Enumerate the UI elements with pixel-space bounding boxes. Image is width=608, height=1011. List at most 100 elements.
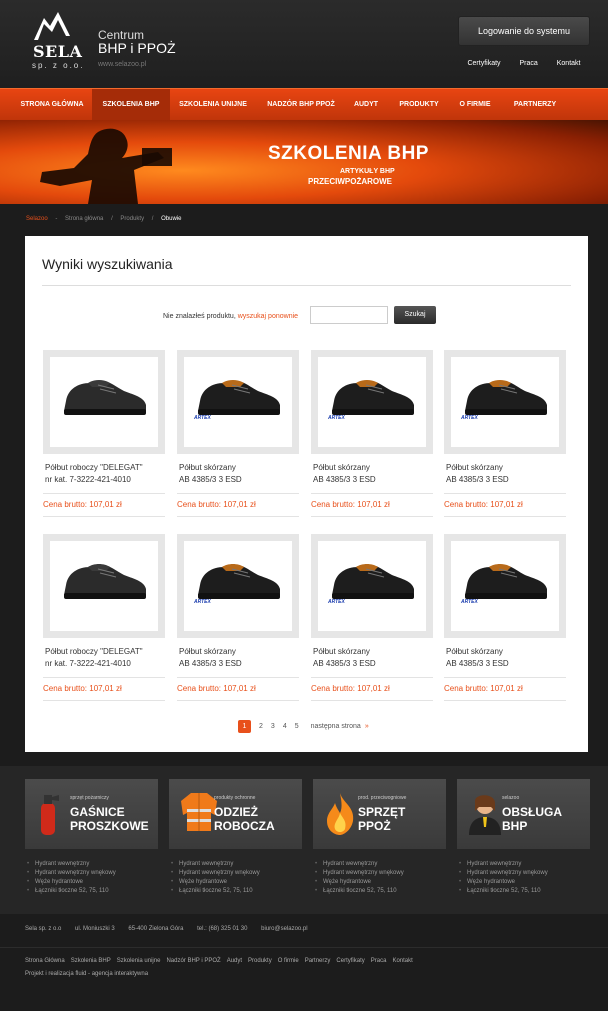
promo-tile[interactable]: sprzęt pożarniczy GAŚNICE PROSZKOWE (25, 779, 158, 849)
next-page-link[interactable]: następna strona (311, 723, 361, 730)
product-code[interactable]: nr kat. 7-3222-421-4010 (45, 659, 131, 668)
breadcrumb-item[interactable]: Produkty (120, 216, 144, 222)
footer-link[interactable]: Strona Główna (25, 958, 65, 964)
promo-list-item[interactable]: Łączniki tłoczne 52, 75, 110 (315, 887, 448, 896)
product-thumbnail[interactable]: ARTEX (311, 534, 433, 638)
banner-subtitle-2: PRZECIWPOŻAROWE (308, 177, 392, 186)
promo-list-item[interactable]: Hydrant wewnętrzny (27, 860, 160, 869)
promo-list-item[interactable]: Węże hydrantowe (27, 878, 160, 887)
breadcrumb-separator: / (151, 216, 154, 222)
product-card[interactable]: ARTEX Półbut skórzany AB 4385/3 3 ESD Cena … (311, 350, 433, 520)
product-code[interactable]: AB 4385/3 3 ESD (446, 659, 509, 668)
nav-item-produkty[interactable]: PRODUKTY (394, 89, 444, 121)
product-card[interactable]: Półbut roboczy "DELEGAT" nr kat. 7-3222-4… (43, 350, 165, 520)
footer-link[interactable]: Produkty (248, 958, 272, 964)
product-image-frame (50, 357, 158, 447)
promo-list-item[interactable]: Hydrant wewnętrzny (459, 860, 592, 869)
product-name[interactable]: Półbut skórzany (446, 463, 503, 472)
page-link[interactable]: 2 (259, 723, 263, 730)
footer-link[interactable]: Kontakt (392, 958, 412, 964)
promo-list-item[interactable]: Łączniki tłoczne 52, 75, 110 (171, 887, 304, 896)
product-name[interactable]: Półbut skórzany (446, 647, 503, 656)
page-link[interactable]: 4 (283, 723, 287, 730)
product-brand: ARTEX (461, 415, 478, 421)
promo-list-item[interactable]: Węże hydrantowe (459, 878, 592, 887)
search-button[interactable]: Szukaj (394, 306, 436, 324)
product-price: Cena brutto: 107,01 zł (444, 500, 523, 509)
product-code[interactable]: AB 4385/3 3 ESD (179, 475, 242, 484)
divider (444, 677, 566, 678)
product-thumbnail[interactable]: ARTEX (311, 350, 433, 454)
email-link[interactable]: biuro@selazoo.pl (261, 926, 307, 932)
promo-list-item[interactable]: Łączniki tłoczne 52, 75, 110 (459, 887, 592, 896)
footer-credit[interactable]: Projekt i realizacja fluid - agencja int… (25, 971, 148, 977)
nav-item-szkolenia-unijne[interactable]: SZKOLENIA UNIJNE (172, 89, 254, 121)
search-again-link[interactable]: wyszukaj ponownie (238, 313, 298, 320)
page-link[interactable]: 3 (271, 723, 275, 730)
footer-link[interactable]: O firmie (278, 958, 299, 964)
toplink-certyfikaty[interactable]: Certyfikaty (467, 60, 500, 67)
product-name[interactable]: Półbut skórzany (179, 647, 236, 656)
footer-link[interactable]: Audyt (227, 958, 242, 964)
promo-list-item[interactable]: Hydrant wewnętrzny wnękowy (459, 869, 592, 878)
page-link-current[interactable]: 1 (238, 720, 251, 733)
footer-link[interactable]: Certyfikaty (336, 958, 364, 964)
nav-item-nadzor-bhp[interactable]: NADZÓR BHP PPOŻ (262, 89, 340, 121)
site-url[interactable]: www.selazoo.pl (98, 61, 146, 68)
promo-list-item[interactable]: Węże hydrantowe (315, 878, 448, 887)
promo-tile[interactable]: produkty ochronne ODZIEŻ ROBOCZA (169, 779, 302, 849)
product-thumbnail[interactable] (43, 350, 165, 454)
product-code[interactable]: nr kat. 7-3222-421-4010 (45, 475, 131, 484)
footer-link[interactable]: Szkolenia BHP (71, 958, 111, 964)
page-link[interactable]: 5 (295, 723, 299, 730)
product-thumbnail[interactable]: ARTEX (444, 350, 566, 454)
product-name[interactable]: Półbut skórzany (179, 463, 236, 472)
promo-list-item[interactable]: Łączniki tłoczne 52, 75, 110 (27, 887, 160, 896)
promo-list-item[interactable]: Hydrant wewnętrzny (171, 860, 304, 869)
product-card[interactable]: ARTEX Półbut skórzany AB 4385/3 3 ESD Cena … (177, 534, 299, 704)
product-thumbnail[interactable]: ARTEX (444, 534, 566, 638)
promo-list-item[interactable]: Hydrant wewnętrzny wnękowy (27, 869, 160, 878)
product-code[interactable]: AB 4385/3 3 ESD (313, 475, 376, 484)
product-thumbnail[interactable] (43, 534, 165, 638)
product-thumbnail[interactable]: ARTEX (177, 350, 299, 454)
product-code[interactable]: AB 4385/3 3 ESD (179, 659, 242, 668)
product-card[interactable]: ARTEX Półbut skórzany AB 4385/3 3 ESD Cena … (444, 350, 566, 520)
promo-list-item[interactable]: Hydrant wewnętrzny wnękowy (315, 869, 448, 878)
nav-item-audyt[interactable]: AUDYT (348, 89, 384, 121)
next-page-arrow-icon[interactable]: » (365, 723, 369, 730)
search-input[interactable] (310, 306, 388, 324)
footer-link[interactable]: Praca (371, 958, 387, 964)
login-button[interactable]: Logowanie do systemu (458, 16, 590, 46)
nav-item-o-firmie[interactable]: O FIRMIE (452, 89, 498, 121)
promo-list-item[interactable]: Hydrant wewnętrzny wnękowy (171, 869, 304, 878)
nav-item-partnerzy[interactable]: PARTNERZY (508, 89, 562, 121)
product-name[interactable]: Półbut skórzany (313, 647, 370, 656)
footer-link[interactable]: Szkolenia unijne (117, 958, 161, 964)
product-card[interactable]: ARTEX Półbut skórzany AB 4385/3 3 ESD Cena … (311, 534, 433, 704)
product-thumbnail[interactable]: ARTEX (177, 534, 299, 638)
product-card[interactable]: ARTEX Półbut skórzany AB 4385/3 3 ESD Cena … (444, 534, 566, 704)
footer-link[interactable]: Partnerzy (305, 958, 331, 964)
breadcrumb-item[interactable]: Strona główna (65, 216, 103, 222)
nav-item-strona-glowna[interactable]: STRONA GŁÓWNA (14, 89, 90, 121)
footer-link[interactable]: Nadzór BHP i PPOŻ (166, 958, 220, 964)
toplink-praca[interactable]: Praca (519, 60, 537, 67)
product-name[interactable]: Półbut roboczy "DELEGAT" (45, 647, 143, 656)
promo-list-item[interactable]: Hydrant wewnętrzny (315, 860, 448, 869)
toplink-kontakt[interactable]: Kontakt (557, 60, 581, 67)
product-name[interactable]: Półbut skórzany (313, 463, 370, 472)
promo-title-line2: ROBOCZA (214, 819, 275, 833)
divider (311, 516, 433, 517)
breadcrumb-item[interactable]: Selazoo (26, 216, 48, 222)
promo-tile[interactable]: prod. przeciwogniowe SPRZĘT PPOŻ (313, 779, 446, 849)
product-card[interactable]: ARTEX Półbut skórzany AB 4385/3 3 ESD Cena … (177, 350, 299, 520)
product-code[interactable]: AB 4385/3 3 ESD (446, 475, 509, 484)
logo[interactable]: SELA sp. z o.o. (30, 10, 82, 70)
product-name[interactable]: Półbut roboczy "DELEGAT" (45, 463, 143, 472)
product-code[interactable]: AB 4385/3 3 ESD (313, 659, 376, 668)
promo-list-item[interactable]: Węże hydrantowe (171, 878, 304, 887)
product-card[interactable]: Półbut roboczy "DELEGAT" nr kat. 7-3222-4… (43, 534, 165, 704)
nav-item-szkolenia-bhp[interactable]: SZKOLENIA BHP (92, 89, 170, 121)
promo-tile[interactable]: selazoo OBSŁUGA BHP (457, 779, 590, 849)
